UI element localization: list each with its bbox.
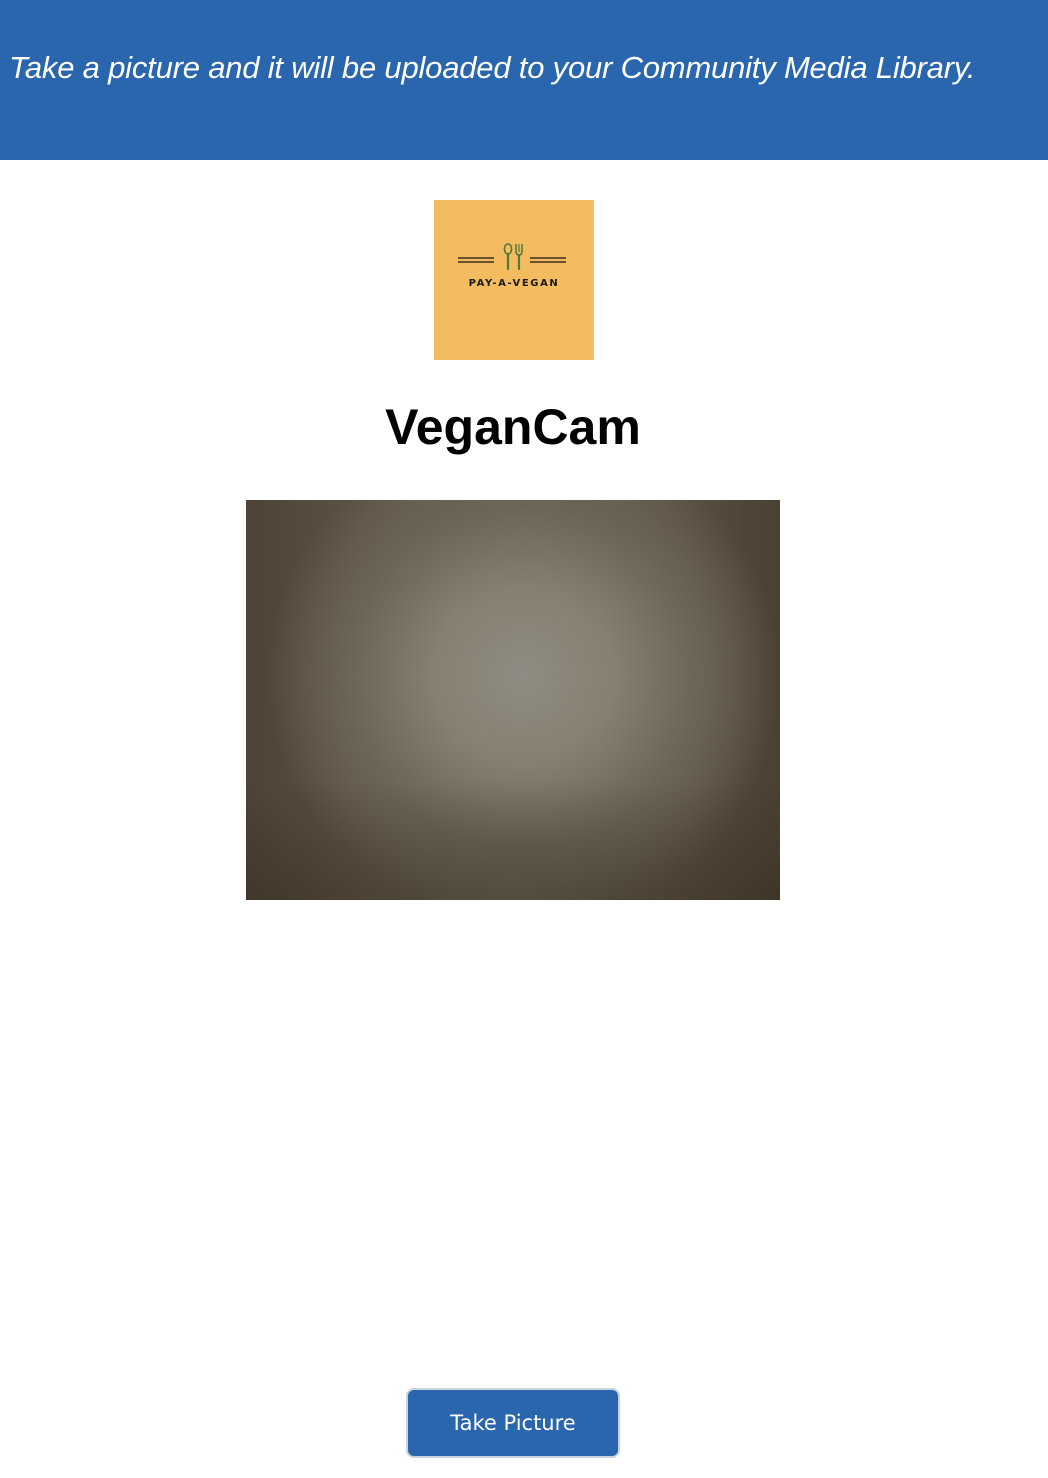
header-banner: Take a picture and it will be uploaded t… [0,0,1048,160]
page-title: VeganCam [385,399,641,455]
banner-instruction-text: Take a picture and it will be uploaded t… [9,50,976,85]
take-picture-button[interactable]: Take Picture [406,1388,620,1458]
logo-wordmark: PAY-A-VEGAN [468,278,560,289]
pay-a-vegan-logo: PAY-A-VEGAN [434,200,594,360]
camera-preview [246,500,780,900]
